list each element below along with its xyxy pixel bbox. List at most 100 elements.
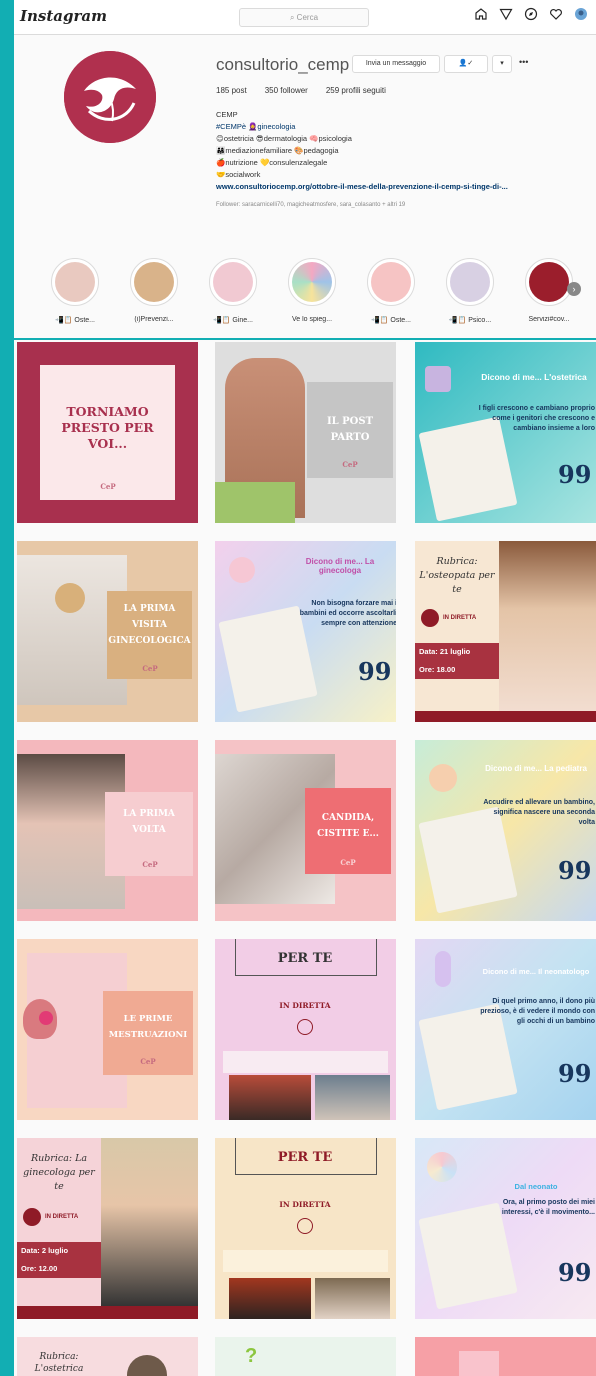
caption-band <box>223 1051 388 1073</box>
more-options-button[interactable]: ••• <box>519 57 528 67</box>
post-tile[interactable]: Dicono di me... L'ostetrica I figli cres… <box>415 342 596 523</box>
rubric-title: Rubrica: L'ostetrica <box>34 1352 84 1374</box>
highlight-image <box>55 262 95 302</box>
post-tile[interactable]: Rubrica: L'ostetrica <box>17 1337 198 1376</box>
highlight-label: 📲📋 Oste... <box>55 317 95 324</box>
bio-line-3: 👨‍👩‍👧mediazionefamiliare 🎨pedagogia <box>216 146 339 155</box>
bio-website-link[interactable]: www.consultoriocemp.org/ottobre-il-mese-… <box>216 181 591 193</box>
highlight-cover <box>525 258 573 306</box>
event-date: Data: 2 luglio <box>21 1246 69 1255</box>
highlight-ve-lo-spiego[interactable]: Ve lo spieg... <box>280 258 344 323</box>
quote-mark-icon: 99 <box>558 460 592 489</box>
post-tile[interactable]: Dicono di me... La ginecologa Non bisogn… <box>215 541 396 722</box>
highlights-divider <box>14 338 596 340</box>
highlight-ginecologa[interactable]: 📲📋 Gine... <box>201 258 265 324</box>
send-message-button[interactable]: Invia un messaggio <box>352 55 440 73</box>
cemp-logo-icon <box>64 51 156 143</box>
search-input[interactable]: ⌕ Cerca <box>239 8 369 27</box>
post-tile[interactable]: Dicono di me... Il neonatologo Di quel p… <box>415 939 596 1120</box>
following-check: ✓ <box>467 60 474 67</box>
bio-line-1: #CEMPè 🧕ginecologia <box>216 122 296 131</box>
activity-heart-icon[interactable] <box>549 7 563 21</box>
highlight-ostetrica[interactable]: 📲📋 Oste... <box>359 258 423 324</box>
direct-messages-icon[interactable] <box>499 7 513 21</box>
post-tile[interactable]: ? <box>215 1337 396 1376</box>
top-navigation-bar: Instagram ⌕ Cerca <box>14 0 596 35</box>
post-text: Non bisogna forzare mai i bambini ed occ… <box>299 600 396 627</box>
live-label: IN DIRETTA <box>279 1200 331 1209</box>
post-text: Di quel primo anno, il dono più prezioso… <box>480 998 595 1025</box>
baby-feet-icon <box>229 557 255 583</box>
play-button-icon <box>297 1019 313 1035</box>
post-tile[interactable]: Rubrica: La ginecologa per te IN DIRETTA… <box>17 1138 198 1319</box>
highlight-cover <box>288 258 336 306</box>
live-label: IN DIRETTA <box>279 1001 331 1010</box>
post-tile[interactable]: Dicono di me... La pediatra Accudire ed … <box>415 740 596 921</box>
cemp-logo-icon: CeP <box>142 860 158 869</box>
post-tile[interactable]: LA PRIMA VISITA GINECOLOGICA CeP <box>17 541 198 722</box>
post-tile[interactable]: PER TE IN DIRETTA <box>215 939 396 1120</box>
post-tile[interactable]: CANDIDA, CISTITE E... CeP <box>215 740 396 921</box>
followed-by-text[interactable]: Follower: saracarnicelli70, magicheatmos… <box>216 199 591 211</box>
post-caption: CANDIDA, CISTITE E... <box>317 813 379 839</box>
post-tile[interactable]: LA PRIMA VOLTA CeP <box>17 740 198 921</box>
profile-bio: CEMP #CEMPè 🧕ginecologia 😊ostetricia 😎de… <box>216 109 591 211</box>
post-tile[interactable]: TORNIAMO PRESTO PER VOI... CeP <box>17 342 198 523</box>
book-cover <box>418 1202 518 1310</box>
post-caption: TORNIAMO PRESTO PER VOI... <box>61 404 154 451</box>
highlight-label: Servizi#cov... <box>528 316 570 323</box>
footer-band <box>415 711 596 722</box>
highlight-image <box>529 262 569 302</box>
rubric-title: Rubrica: La ginecologa per te <box>23 1153 95 1192</box>
highlight-image <box>134 262 174 302</box>
highlight-label: 📲📋 Gine... <box>213 317 253 324</box>
post-tile[interactable]: Rubrica: L'osteopata per te IN DIRETTA D… <box>415 541 596 722</box>
quote-mark-icon: 99 <box>358 657 392 686</box>
post-tile[interactable] <box>415 1337 596 1376</box>
home-icon[interactable] <box>474 7 488 21</box>
highlights-next-arrow-icon[interactable]: › <box>567 282 581 296</box>
cemp-logo-icon: CeP <box>100 482 116 491</box>
nav-icons <box>474 7 588 21</box>
highlight-osteopata[interactable]: 📲📋 Oste... <box>43 258 107 324</box>
suggestions-dropdown-button[interactable]: ▾ <box>492 55 512 73</box>
live-label: IN DIRETTA <box>45 1214 79 1220</box>
speaker-photo <box>101 1138 198 1306</box>
highlight-cover <box>130 258 178 306</box>
highlight-psicologa[interactable]: 📲📋 Psico... <box>438 258 502 324</box>
menstrual-cup-icon <box>39 1011 53 1025</box>
following-count[interactable]: 259 profili seguiti <box>326 86 386 95</box>
post-title: PER TE <box>277 1150 333 1165</box>
event-date: Data: 21 luglio <box>419 647 471 656</box>
followers-count[interactable]: 350 follower <box>265 86 308 95</box>
profile-avatar[interactable] <box>64 51 156 143</box>
live-label: IN DIRETTA <box>443 615 477 621</box>
post-tile[interactable]: PER TE IN DIRETTA <box>215 1138 396 1319</box>
post-tile[interactable]: IL POST PARTO CeP <box>215 342 396 523</box>
highlight-image <box>213 262 253 302</box>
post-tile[interactable]: Dal neonato Ora, al primo posto dei miei… <box>415 1138 596 1319</box>
speaker-photo <box>127 1355 167 1376</box>
highlight-prevenzione[interactable]: (i)Prevenzi... <box>122 258 186 323</box>
instagram-logo[interactable]: Instagram <box>20 7 107 25</box>
sleeve-image <box>215 482 295 523</box>
bio-line-4: 🍎nutrizione 💛consulenzalegale <box>216 158 328 167</box>
baby-face-icon <box>429 764 457 792</box>
post-text: I figli crescono e cambiano proprio come… <box>478 405 595 432</box>
play-button-icon <box>23 1208 41 1226</box>
following-button[interactable]: 👤✓ <box>444 55 488 73</box>
post-tile[interactable]: LE PRIME MESTRUAZIONI CeP <box>17 939 198 1120</box>
profile-avatar-icon[interactable] <box>574 7 588 21</box>
highlight-image <box>450 262 490 302</box>
video-participant-2 <box>315 1278 390 1319</box>
cemp-logo-icon: CeP <box>140 1057 156 1066</box>
search-placeholder: Cerca <box>296 13 319 22</box>
post-card <box>459 1351 499 1376</box>
profile-username: consultorio_cemp <box>216 55 350 74</box>
explore-compass-icon[interactable] <box>524 7 538 21</box>
quote-mark-icon: 99 <box>558 1258 592 1287</box>
post-title: Dicono di me... La ginecologa <box>305 557 375 575</box>
posts-count: 185 post <box>216 86 247 95</box>
bunny-toy-icon <box>435 951 451 987</box>
rubric-title: Rubrica: L'osteopata per te <box>419 556 495 595</box>
